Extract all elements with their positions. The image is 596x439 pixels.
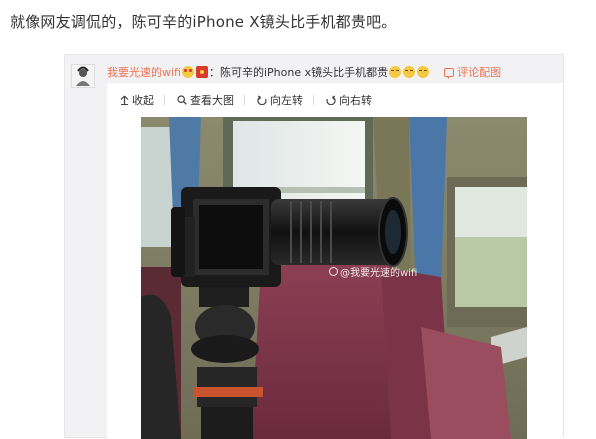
rotate-left-label: 向左转 [270,94,303,107]
collapse-button[interactable]: 收起 [120,92,154,108]
rotate-right-icon [326,95,336,105]
comment-image-link[interactable]: 评论配图 [444,64,501,80]
post-photo[interactable]: @我要光速的wifi [141,117,527,439]
rotate-right-button[interactable]: 向右转 [326,92,372,108]
laugh-emoji-icon [389,66,402,78]
magnifier-icon [177,95,187,105]
rotate-left-icon [257,95,267,105]
toolbar-divider [164,95,165,105]
view-large-label: 查看大图 [190,94,234,107]
laugh-emoji-icon [417,66,430,78]
comment-icon [444,67,455,79]
rotate-right-label: 向右转 [339,94,372,107]
collapse-arrow-icon [120,95,129,105]
image-toolbar: 收起 查看大图 向左转 向右转 [107,92,372,108]
separator-colon: ： [208,66,220,79]
username-link[interactable]: 我要光速的wifi [107,64,181,80]
toolbar-divider [244,95,245,105]
comment-image-label: 评论配图 [457,66,502,79]
post-content: 陈可辛的iPhone x镜头比手机都贵 [219,66,389,79]
collapse-label: 收起 [132,94,154,107]
avatar-image [72,65,94,87]
weibo-repost-card: 我要光速的wifi ： 陈可辛的iPhone x镜头比手机都贵 评论配图 收起 [64,54,564,439]
post-line: 我要光速的wifi ： 陈可辛的iPhone x镜头比手机都贵 评论配图 [107,64,501,80]
red-packet-emoji-icon [195,66,208,78]
toolbar-divider [313,95,314,105]
weibo-logo-icon [329,267,338,276]
watermark-text: @我要光速的wifi [340,268,418,279]
photo-watermark: @我要光速的wifi [329,264,417,279]
avatar[interactable] [71,64,95,88]
laugh-emoji-icon [403,66,416,78]
media-expanded-box: 收起 查看大图 向左转 向右转 @我要光速的wifi [107,83,563,439]
rotate-left-button[interactable]: 向左转 [257,92,303,108]
view-large-button[interactable]: 查看大图 [177,92,234,108]
heart-eyes-emoji-icon [181,66,194,78]
article-text: 就像网友调侃的，陈可辛的iPhone X镜头比手机都贵吧。 [10,13,397,31]
